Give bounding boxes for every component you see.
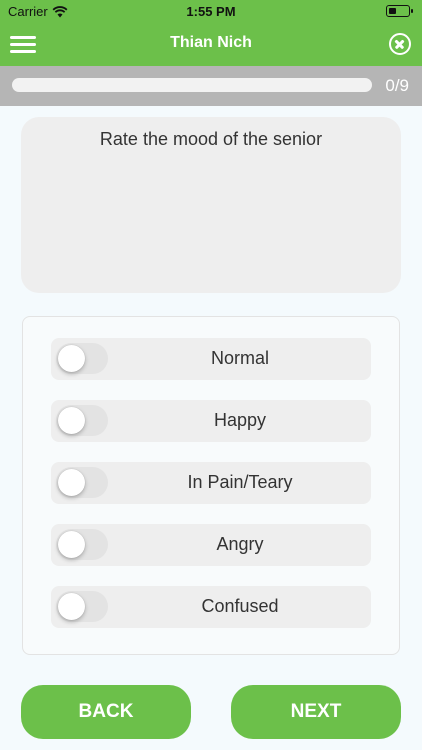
- option-in-pain-teary[interactable]: In Pain/Teary: [51, 462, 371, 504]
- nav-bar: Thian Nich: [0, 22, 422, 66]
- toggle-knob: [58, 593, 85, 620]
- battery-fill: [388, 7, 396, 14]
- toggle-knob: [58, 469, 85, 496]
- option-label: Happy: [213, 410, 267, 430]
- option-label: Confused: [201, 596, 279, 616]
- progress-strip: 0/9: [0, 66, 422, 106]
- toggle-switch[interactable]: [56, 467, 108, 498]
- toggle-switch[interactable]: [56, 405, 108, 436]
- toggle-knob: [58, 345, 85, 372]
- question-card: Rate the mood of the senior: [21, 117, 401, 293]
- option-happy[interactable]: Happy: [51, 400, 371, 442]
- toggle-switch[interactable]: [56, 343, 108, 374]
- toggle-switch[interactable]: [56, 529, 108, 560]
- toggle-switch[interactable]: [56, 591, 108, 622]
- page-title: Thian Nich: [170, 34, 252, 51]
- option-label: Normal: [210, 348, 269, 368]
- option-angry[interactable]: Angry: [51, 524, 371, 566]
- options-panel: Normal Happy In Pain/Teary Angry Confuse…: [22, 316, 400, 655]
- progress-counter: 0/9: [385, 76, 409, 95]
- status-time: 1:55 PM: [186, 4, 236, 19]
- option-confused[interactable]: Confused: [51, 586, 371, 628]
- toggle-knob: [58, 407, 85, 434]
- option-label: Angry: [216, 534, 264, 554]
- progress-bar: [12, 78, 372, 92]
- status-bar: Carrier 1:55 PM: [0, 0, 422, 22]
- back-button[interactable]: BACK: [21, 685, 191, 739]
- question-text: Rate the mood of the senior: [99, 129, 323, 149]
- option-normal[interactable]: Normal: [51, 338, 371, 380]
- next-button[interactable]: NEXT: [231, 685, 401, 739]
- close-icon[interactable]: [389, 33, 411, 55]
- battery-icon: [386, 5, 413, 17]
- toggle-knob: [58, 531, 85, 558]
- option-label: In Pain/Teary: [187, 472, 293, 492]
